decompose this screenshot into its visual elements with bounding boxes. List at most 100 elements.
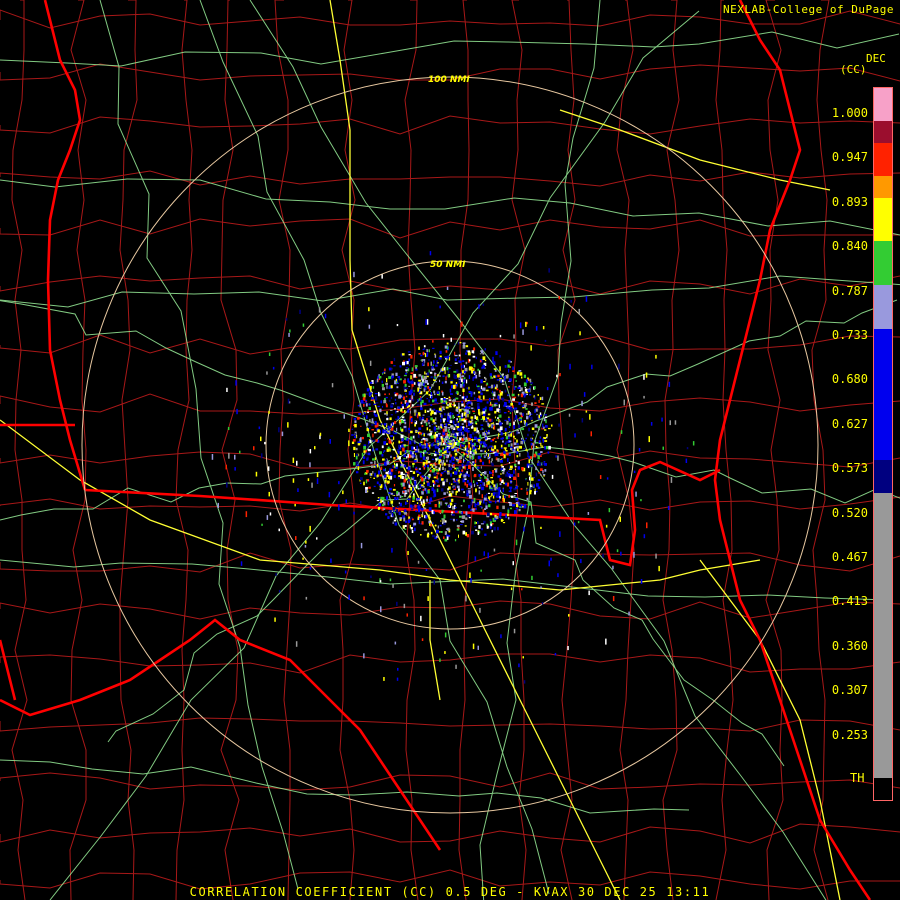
radar-echo-pixel <box>474 397 476 400</box>
radar-echo-pixel <box>427 386 429 389</box>
radar-echo-pixel <box>439 464 441 468</box>
radar-echo-pixel <box>374 414 378 417</box>
radar-echo-pixel <box>226 387 228 392</box>
radar-map[interactable]: 100 NMI 50 NMI <box>0 0 900 900</box>
radar-echo-pixel <box>412 485 415 488</box>
radar-echo-pixel <box>447 488 449 491</box>
radar-echo-pixel <box>407 351 411 353</box>
radar-echo-pixel <box>369 419 371 423</box>
radar-echo-pixel <box>408 385 411 387</box>
radar-echo-pixel <box>445 428 447 432</box>
radar-echo-pixel <box>430 531 433 535</box>
radar-echo-pixel <box>452 514 455 516</box>
radar-echo-pixel <box>396 324 399 327</box>
county-line <box>765 0 784 900</box>
radar-echo-pixel <box>379 408 382 413</box>
radar-echo-pixel <box>480 385 483 390</box>
radar-echo-pixel <box>404 378 406 380</box>
radar-echo-pixel <box>467 400 470 402</box>
radar-echo-pixel <box>479 458 481 463</box>
radar-echo-pixel <box>255 471 258 477</box>
radar-echo-pixel <box>423 442 426 445</box>
radar-echo-pixel <box>495 441 497 443</box>
radar-echo-pixel <box>459 384 463 388</box>
radar-echo-pixel <box>458 432 462 436</box>
radar-echo-pixel <box>686 447 689 450</box>
radar-echo-pixel <box>269 512 272 516</box>
radar-echo-pixel <box>304 545 307 548</box>
radar-echo-pixel <box>526 488 529 491</box>
radar-echo-pixel <box>446 286 449 290</box>
radar-echo-pixel <box>507 517 510 520</box>
radar-echo-pixel <box>474 442 476 446</box>
radar-echo-pixel <box>474 436 477 440</box>
radar-echo-pixel <box>640 579 643 584</box>
radar-echo-pixel <box>398 440 401 444</box>
radar-echo-pixel <box>434 438 436 443</box>
radar-echo-pixel <box>498 404 500 408</box>
radar-echo-pixel <box>415 368 418 371</box>
radar-echo-pixel <box>509 514 512 516</box>
radar-echo-pixel <box>442 439 444 443</box>
radar-echo-pixel <box>515 410 519 414</box>
radar-echo-pixel <box>505 405 508 407</box>
radar-echo-pixel <box>504 365 507 368</box>
radar-echo-pixel <box>433 426 437 431</box>
radar-echo-pixel <box>384 368 386 372</box>
radar-echo-pixel <box>423 388 426 392</box>
radar-echo-pixel <box>404 383 407 387</box>
radar-echo-pixel <box>499 410 502 413</box>
radar-echo-pixel <box>507 394 510 396</box>
radar-echo-pixel <box>398 511 401 516</box>
radar-echo-pixel <box>404 410 406 413</box>
radar-echo-pixel <box>355 447 358 451</box>
radar-echo-pixel <box>465 350 468 352</box>
radar-echo-pixel <box>412 500 415 502</box>
colorbar-tick-label: 0.253 <box>831 727 868 742</box>
radar-echo-pixel <box>459 342 462 344</box>
radar-echo-pixel <box>417 560 420 564</box>
radar-echo-pixel <box>428 399 430 403</box>
radar-echo-pixel <box>542 427 544 429</box>
radar-echo-pixel <box>424 409 427 413</box>
radar-echo-pixel <box>513 435 515 438</box>
radar-echo-pixel <box>428 442 431 444</box>
radar-echo-pixel <box>466 403 469 405</box>
radar-echo-pixel <box>444 370 446 374</box>
radar-echo-pixel <box>458 409 462 412</box>
radar-echo-pixel <box>447 355 450 359</box>
radar-echo-pixel <box>477 479 481 481</box>
radar-echo-pixel <box>570 300 572 303</box>
radar-echo-pixel <box>459 394 462 397</box>
radar-echo-pixel <box>481 487 484 491</box>
radar-echo-pixel <box>374 396 378 401</box>
radar-echo-pixel <box>288 332 290 337</box>
radar-echo-pixel <box>407 519 410 523</box>
radar-echo-pixel <box>416 470 419 473</box>
radar-echo-pixel <box>658 565 660 572</box>
radar-echo-pixel <box>606 477 609 480</box>
radar-echo-pixel <box>535 446 539 448</box>
radar-echo-pixel <box>404 490 407 493</box>
radar-echo-pixel <box>514 463 517 467</box>
radar-echo-pixel <box>446 438 449 441</box>
radar-echo-pixel <box>465 436 468 440</box>
radar-echo-pixel <box>439 350 442 354</box>
radar-echo-pixel <box>486 382 489 386</box>
radar-echo-pixel <box>393 466 395 468</box>
radar-echo-pixel <box>374 393 378 395</box>
radar-echo-pixel <box>417 497 420 500</box>
radar-echo-pixel <box>410 480 412 484</box>
radar-echo-pixel <box>453 406 456 408</box>
radar-echo-pixel <box>508 426 510 428</box>
radar-echo-pixel <box>482 472 485 474</box>
radar-echo-pixel <box>456 414 460 416</box>
radar-echo-pixel <box>365 415 368 419</box>
radar-echo-pixel <box>408 400 412 403</box>
radar-echo-pixel <box>454 358 457 362</box>
radar-echo-pixel <box>468 465 471 469</box>
radar-echo-pixel <box>387 425 390 429</box>
radar-echo-pixel <box>287 398 290 404</box>
radar-echo-pixel <box>477 448 480 450</box>
radar-echo-pixel <box>426 319 429 325</box>
